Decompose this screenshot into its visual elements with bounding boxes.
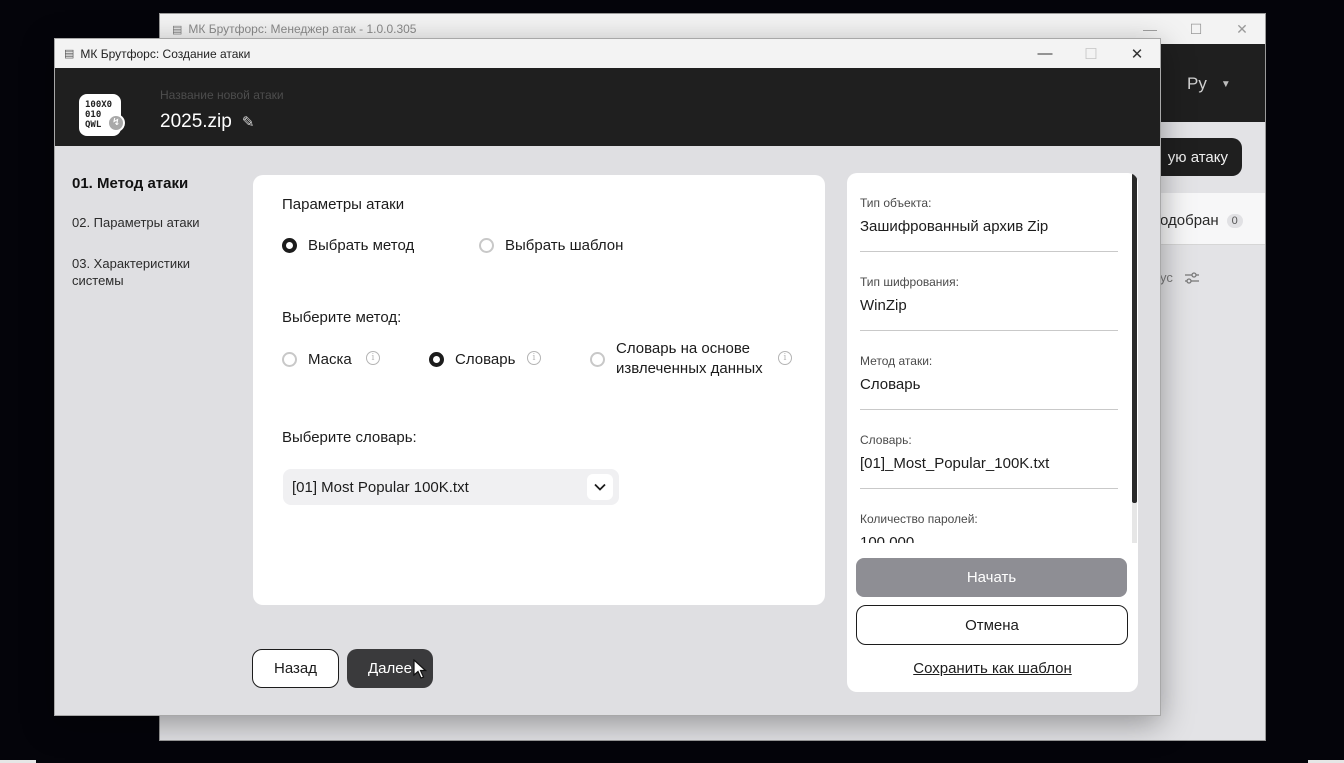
info-icon[interactable]: i — [366, 351, 380, 365]
edit-pencil-icon[interactable]: ✎ — [242, 113, 255, 131]
radio-icon — [282, 238, 297, 253]
summary-attack-method: Метод атаки: Словарь — [860, 331, 1118, 410]
cancel-button[interactable]: Отмена — [856, 605, 1128, 645]
close-icon[interactable]: ✕ — [1219, 14, 1265, 44]
maximize-icon[interactable]: ☐ — [1173, 14, 1219, 44]
radio-select-method[interactable]: Выбрать метод — [282, 237, 414, 254]
radio-label-line: извлеченных данных — [616, 360, 763, 377]
chevron-down-icon: ▼ — [1220, 78, 1231, 90]
summary-value: [01]_Most_Popular_100K.txt — [860, 455, 1050, 472]
app-icon: ▤ — [64, 48, 75, 60]
dictionary-select-value: [01] Most Popular 100K.txt — [292, 478, 469, 496]
summary-label: Тип объекта: — [860, 196, 932, 210]
desktop: ▤ МК Брутфорс: Менеджер атак - 1.0.0.305… — [0, 0, 1344, 763]
step-system-specs[interactable]: 03. Характеристики системы — [72, 255, 242, 289]
summary-value: Зашифрованный архив Zip — [860, 218, 1049, 235]
language-selector[interactable]: Ру ▼ — [1187, 74, 1231, 94]
radio-dictionary[interactable]: Словарь — [429, 351, 515, 368]
summary-dictionary: Словарь: [01]_Most_Popular_100K.txt — [860, 410, 1118, 489]
summary-scrollbar-thumb[interactable] — [1132, 173, 1137, 503]
radio-icon — [590, 351, 605, 367]
method-heading: Выберите метод: — [282, 309, 402, 326]
attack-name-label: Название новой атаки — [160, 88, 284, 102]
attack-params-heading: Параметры атаки — [282, 196, 405, 213]
summary-label: Тип шифрования: — [860, 275, 959, 289]
found-tab-label: одобран — [1160, 212, 1219, 229]
close-icon[interactable]: ✕ — [1114, 39, 1160, 68]
radio-select-template[interactable]: Выбрать шаблон — [479, 237, 623, 254]
attack-name-field[interactable]: 2025.zip ✎ — [160, 111, 254, 133]
radio-label: Словарь на основе извлеченных данных — [616, 339, 763, 379]
summary-scrollbar-track[interactable] — [1132, 503, 1137, 543]
attack-file-logo: 100X0 010 QWL ↯ — [79, 94, 125, 136]
info-icon[interactable]: i — [778, 351, 792, 365]
radio-label: Словарь — [455, 351, 516, 368]
create-attack-dialog: ▤ МК Брутфорс: Создание атаки — ☐ ✕ 100X… — [54, 38, 1161, 716]
radio-icon — [282, 352, 297, 367]
radio-label: Маска — [308, 351, 352, 368]
start-button[interactable]: Начать — [856, 558, 1127, 597]
step-attack-params[interactable]: 02. Параметры атаки — [72, 214, 242, 231]
step-attack-method[interactable]: 01. Метод атаки — [72, 175, 242, 192]
dialog-window-controls: — ☐ ✕ — [1022, 39, 1160, 68]
dialog-titlebar: ▤ МК Брутфорс: Создание атаки — ☐ ✕ — [55, 39, 1160, 68]
found-tab[interactable]: одобран 0 — [1160, 212, 1243, 229]
dialog-header: 100X0 010 QWL ↯ — [55, 68, 1160, 146]
attack-method-card: Параметры атаки Выбрать метод Выбрать ша… — [253, 175, 825, 605]
radio-label: Выбрать метод — [308, 237, 415, 254]
radio-icon — [479, 238, 494, 253]
dialog-title: МК Брутфорс: Создание атаки — [80, 46, 251, 61]
dictionary-heading: Выберите словарь: — [282, 429, 417, 446]
status-filter-label: ус — [1160, 270, 1173, 285]
summary-label: Метод атаки: — [860, 354, 933, 368]
dictionary-select[interactable]: [01] Most Popular 100K.txt — [283, 469, 619, 505]
chevron-down-icon[interactable] — [587, 474, 613, 500]
summary-encryption-type: Тип шифрования: WinZip — [860, 252, 1118, 331]
save-as-template-link[interactable]: Сохранить как шаблон — [847, 660, 1138, 677]
attack-name-value: 2025.zip — [160, 111, 232, 132]
found-count-badge: 0 — [1226, 213, 1243, 228]
wizard-steps: 01. Метод атаки 02. Параметры атаки 03. … — [72, 175, 242, 313]
summary-object-type: Тип объекта: Зашифрованный архив Zip — [860, 173, 1118, 252]
radio-label: Выбрать шаблон — [505, 237, 624, 254]
summary-value: Словарь — [860, 376, 921, 393]
logo-text: 100X0 — [85, 100, 113, 110]
filter-sliders-icon — [1184, 271, 1199, 284]
attack-summary-panel: Тип объекта: Зашифрованный архив Zip Тип… — [847, 173, 1138, 692]
info-icon[interactable]: i — [527, 351, 541, 365]
minimize-icon[interactable]: — — [1022, 39, 1068, 68]
app-icon: ▤ — [172, 23, 183, 36]
back-button[interactable]: Назад — [252, 649, 339, 688]
status-filter[interactable]: ус — [1160, 270, 1199, 285]
radio-mask[interactable]: Маска — [282, 351, 352, 368]
mouse-cursor-icon — [413, 659, 427, 679]
summary-label: Словарь: — [860, 433, 912, 447]
radio-icon — [429, 352, 444, 367]
manager-window-title: МК Брутфорс: Менеджер атак - 1.0.0.305 — [188, 22, 417, 36]
summary-value: 100 000 — [860, 534, 915, 543]
radio-label-line: Словарь на основе — [616, 340, 750, 357]
maximize-icon: ☐ — [1084, 45, 1098, 63]
key-icon: ↯ — [107, 114, 125, 132]
radio-extracted-dictionary[interactable]: Словарь на основе извлеченных данных — [590, 339, 763, 379]
summary-label: Количество паролей: — [860, 512, 978, 526]
summary-password-count: Количество паролей: 100 000 — [860, 489, 1118, 543]
summary-scroll-area[interactable]: Тип объекта: Зашифрованный архив Zip Тип… — [847, 173, 1130, 543]
language-label: Ру — [1187, 74, 1207, 93]
summary-value: WinZip — [860, 297, 907, 314]
